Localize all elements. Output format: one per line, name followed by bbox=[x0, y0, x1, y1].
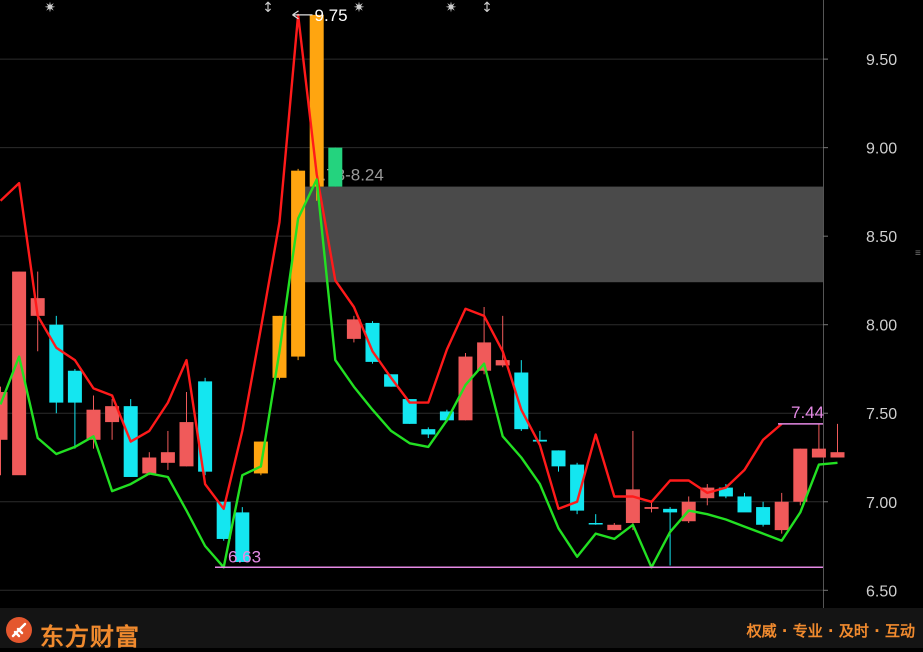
arrows-icon[interactable]: ↕ bbox=[262, 0, 274, 16]
y-tick-label: 7.50 bbox=[866, 406, 897, 423]
brand-name: 东方财富 bbox=[40, 623, 140, 651]
gear-icon[interactable]: ✷ bbox=[445, 0, 457, 16]
candle-body bbox=[644, 507, 659, 509]
candle-body bbox=[67, 370, 82, 403]
y-tick-label: 6.50 bbox=[866, 583, 897, 600]
candlestick-chart[interactable]: 9.50 9.00 8.50 8.00 7.50 7.00 6.50 ✷ ↕ ✷ ✷ ↕ 8.78-8.… bbox=[0, 0, 923, 608]
arrows-icon[interactable]: ↕ bbox=[481, 0, 493, 16]
y-tick-label: 7.00 bbox=[866, 495, 897, 512]
candle-body bbox=[458, 356, 473, 421]
candle-body bbox=[421, 429, 436, 435]
resistance-zone bbox=[305, 186, 823, 283]
y-tick-label: 9.50 bbox=[866, 52, 897, 69]
footer-bar: 东方财富 权威 · 专业 · 及时 · 互动 bbox=[0, 608, 923, 651]
y-tick-label: 8.50 bbox=[866, 229, 897, 246]
candle-body bbox=[346, 319, 361, 339]
candle-body bbox=[793, 448, 808, 502]
candle-body bbox=[49, 324, 64, 403]
candle-body bbox=[532, 439, 547, 442]
candle-body bbox=[663, 508, 678, 513]
candle-body bbox=[774, 501, 789, 531]
candle-body bbox=[811, 448, 826, 458]
low-value-label: 6.63 bbox=[228, 547, 261, 566]
candle-body bbox=[737, 496, 752, 513]
gear-icon[interactable]: ✷ bbox=[44, 0, 56, 16]
y-tick-label: 9.00 bbox=[866, 141, 897, 158]
candle-body bbox=[625, 489, 640, 524]
high-arrow-icon bbox=[292, 10, 313, 20]
candle-body bbox=[588, 523, 603, 525]
gear-icon[interactable]: ✷ bbox=[353, 0, 365, 16]
high-value-label: 9.75 bbox=[315, 6, 348, 25]
candle-body bbox=[160, 452, 175, 463]
candle-body bbox=[756, 507, 771, 525]
candle-body bbox=[309, 14, 324, 187]
candle-body bbox=[179, 422, 194, 467]
candle-body bbox=[142, 457, 157, 474]
candle-body bbox=[607, 524, 622, 531]
candle-body bbox=[551, 450, 566, 467]
candle-body bbox=[291, 170, 306, 357]
brand-logo-icon bbox=[6, 617, 32, 643]
last-price-label: 7.44 bbox=[791, 403, 824, 422]
scroll-handle[interactable]: ≡ bbox=[915, 249, 921, 266]
y-tick-label: 8.00 bbox=[866, 318, 897, 335]
candle-body bbox=[830, 452, 845, 458]
brand-slogan: 权威 · 专业 · 及时 · 互动 bbox=[746, 622, 915, 640]
candle-body bbox=[328, 147, 343, 187]
